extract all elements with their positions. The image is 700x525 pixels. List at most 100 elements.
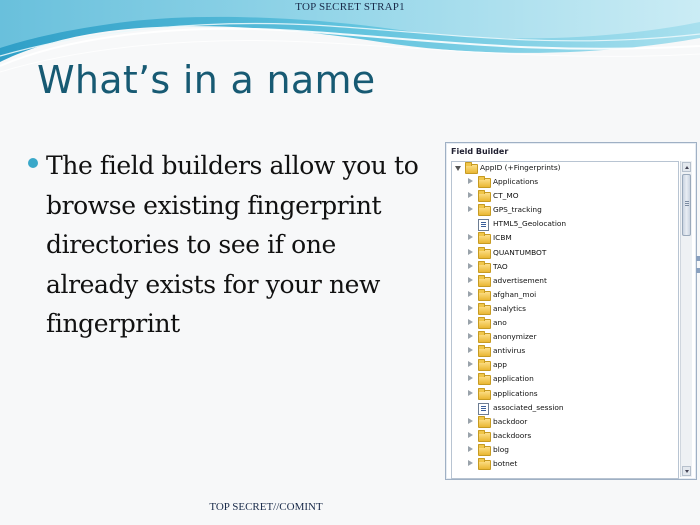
- field-builder-title: Field Builder: [451, 147, 509, 156]
- folder-icon: [478, 331, 491, 344]
- tree-node-label: application: [493, 374, 534, 384]
- scroll-thumb[interactable]: [682, 174, 691, 236]
- expand-arrow-right-icon[interactable]: [468, 459, 473, 466]
- folder-icon: [478, 457, 491, 470]
- edge-marker: [696, 268, 700, 273]
- tree-folder-node[interactable]: afghan_moi: [452, 288, 678, 303]
- folder-icon: [478, 387, 491, 400]
- field-icon: [478, 402, 489, 415]
- folder-icon: [478, 260, 491, 273]
- tree-node-label: CT_MO: [493, 191, 519, 201]
- expand-arrow-right-icon[interactable]: [468, 389, 473, 396]
- folder-icon: [478, 190, 491, 203]
- tree-node-label: ano: [493, 318, 507, 328]
- tree-folder-node[interactable]: backdoor: [452, 415, 678, 430]
- tree-folder-node[interactable]: applications: [452, 387, 678, 402]
- tree-node-label: Applications: [493, 177, 539, 187]
- tree-folder-node[interactable]: botnet: [452, 457, 678, 472]
- tree-folder-node[interactable]: analytics: [452, 302, 678, 317]
- expand-arrow-right-icon[interactable]: [468, 333, 473, 340]
- tree-node-label: associated_session: [493, 402, 564, 412]
- tree-node-label: advertisement: [493, 275, 547, 285]
- expand-arrow-right-icon[interactable]: [468, 431, 473, 438]
- expand-arrow-right-icon[interactable]: [468, 248, 473, 255]
- expand-arrow-right-icon[interactable]: [468, 290, 473, 297]
- folder-icon: [478, 274, 491, 287]
- folder-icon: [478, 359, 491, 372]
- folder-icon: [478, 373, 491, 386]
- tree-node-label: backdoors: [493, 430, 532, 440]
- expand-arrow-right-icon[interactable]: [468, 417, 473, 424]
- tree-folder-node[interactable]: ano: [452, 317, 678, 331]
- expand-arrow-down-icon[interactable]: [455, 166, 461, 171]
- folder-icon: [478, 317, 491, 330]
- bullet-text: The field builders allow you to browse e…: [46, 151, 419, 338]
- tree-node-label: botnet: [493, 458, 518, 468]
- expand-arrow-right-icon[interactable]: [468, 178, 473, 185]
- slide-title: What’s in a name: [37, 58, 376, 102]
- tree-node-label: afghan_moi: [493, 289, 537, 299]
- folder-icon: [478, 443, 491, 456]
- tree-folder-node[interactable]: ICBM: [452, 232, 678, 246]
- tree-folder-node[interactable]: blog: [452, 443, 678, 458]
- folder-icon: [478, 429, 491, 442]
- folder-icon: [478, 415, 491, 428]
- tree-node-label: AppID (+Fingerprints): [480, 163, 561, 172]
- tree-field-node[interactable]: HTML5_Geolocation: [452, 218, 678, 232]
- tree-folder-node[interactable]: anonymizer: [452, 331, 678, 345]
- tree-folder-node[interactable]: antivirus: [452, 345, 678, 359]
- tree-node-label: backdoor: [493, 416, 528, 426]
- folder-icon: [478, 246, 491, 259]
- tree-folder-node[interactable]: QUANTUMBOT: [452, 246, 678, 261]
- scroll-up-arrow-icon[interactable]: [682, 162, 691, 172]
- folder-icon: [478, 288, 491, 301]
- folder-icon: [478, 204, 491, 217]
- tree-node-label: QUANTUMBOT: [493, 247, 547, 257]
- expand-arrow-right-icon[interactable]: [468, 192, 473, 199]
- folder-icon: [478, 232, 491, 245]
- tree-folder-node[interactable]: GPS_tracking: [452, 204, 678, 218]
- tree-folder-node[interactable]: CT_MO: [452, 190, 678, 204]
- tree-scrollbar[interactable]: [680, 161, 692, 477]
- expand-arrow-right-icon[interactable]: [468, 375, 473, 382]
- expand-arrow-right-icon[interactable]: [468, 445, 473, 452]
- tree-root-node[interactable]: AppID (+Fingerprints): [452, 162, 678, 176]
- expand-arrow-right-icon[interactable]: [468, 361, 473, 368]
- tree-folder-node[interactable]: backdoors: [452, 429, 678, 444]
- tree-node-label: applications: [493, 388, 538, 398]
- tree-folder-node[interactable]: TAO: [452, 260, 678, 275]
- tree-node-label: antivirus: [493, 346, 526, 356]
- tree-node-label: HTML5_Geolocation: [493, 219, 567, 229]
- tree-node-label: ICBM: [493, 233, 512, 243]
- folder-icon: [465, 162, 478, 174]
- tree-node-label: anonymizer: [493, 332, 537, 342]
- expand-arrow-right-icon[interactable]: [468, 276, 473, 283]
- folder-icon: [478, 176, 491, 189]
- classification-banner-bottom: TOP SECRET//COMINT: [209, 501, 323, 513]
- scroll-down-arrow-icon[interactable]: [682, 466, 691, 476]
- expand-arrow-right-icon[interactable]: [468, 262, 473, 269]
- field-builder-panel: Field Builder AppID (+Fingerprints) Appli…: [445, 142, 697, 480]
- tree-node-label: analytics: [493, 303, 527, 313]
- bullet-item: The field builders allow you to browse e…: [28, 146, 428, 344]
- field-builder-tree[interactable]: AppID (+Fingerprints) Applications CT_MO GP…: [451, 161, 679, 479]
- slide: TOP SECRET STRAP1 What’s in a name The f…: [0, 0, 700, 525]
- tree-field-node[interactable]: associated_session: [452, 402, 678, 416]
- bullet-dot-icon: [28, 158, 38, 168]
- tree-folder-node[interactable]: Applications: [452, 176, 678, 190]
- expand-arrow-right-icon[interactable]: [468, 234, 473, 241]
- edge-marker: [696, 256, 700, 261]
- tree-folder-node[interactable]: app: [452, 359, 678, 373]
- expand-arrow-right-icon[interactable]: [468, 319, 473, 326]
- tree-node-label: blog: [493, 444, 509, 454]
- tree-folder-node[interactable]: advertisement: [452, 274, 678, 289]
- folder-icon: [478, 302, 491, 315]
- expand-arrow-right-icon[interactable]: [468, 206, 473, 213]
- field-icon: [478, 219, 489, 232]
- expand-arrow-right-icon[interactable]: [468, 347, 473, 354]
- tree-folder-node[interactable]: application: [452, 373, 678, 387]
- tree-node-label: app: [493, 360, 507, 370]
- tree-node-label: TAO: [493, 261, 508, 271]
- classification-banner-top: TOP SECRET STRAP1: [295, 1, 405, 13]
- expand-arrow-right-icon[interactable]: [468, 304, 473, 311]
